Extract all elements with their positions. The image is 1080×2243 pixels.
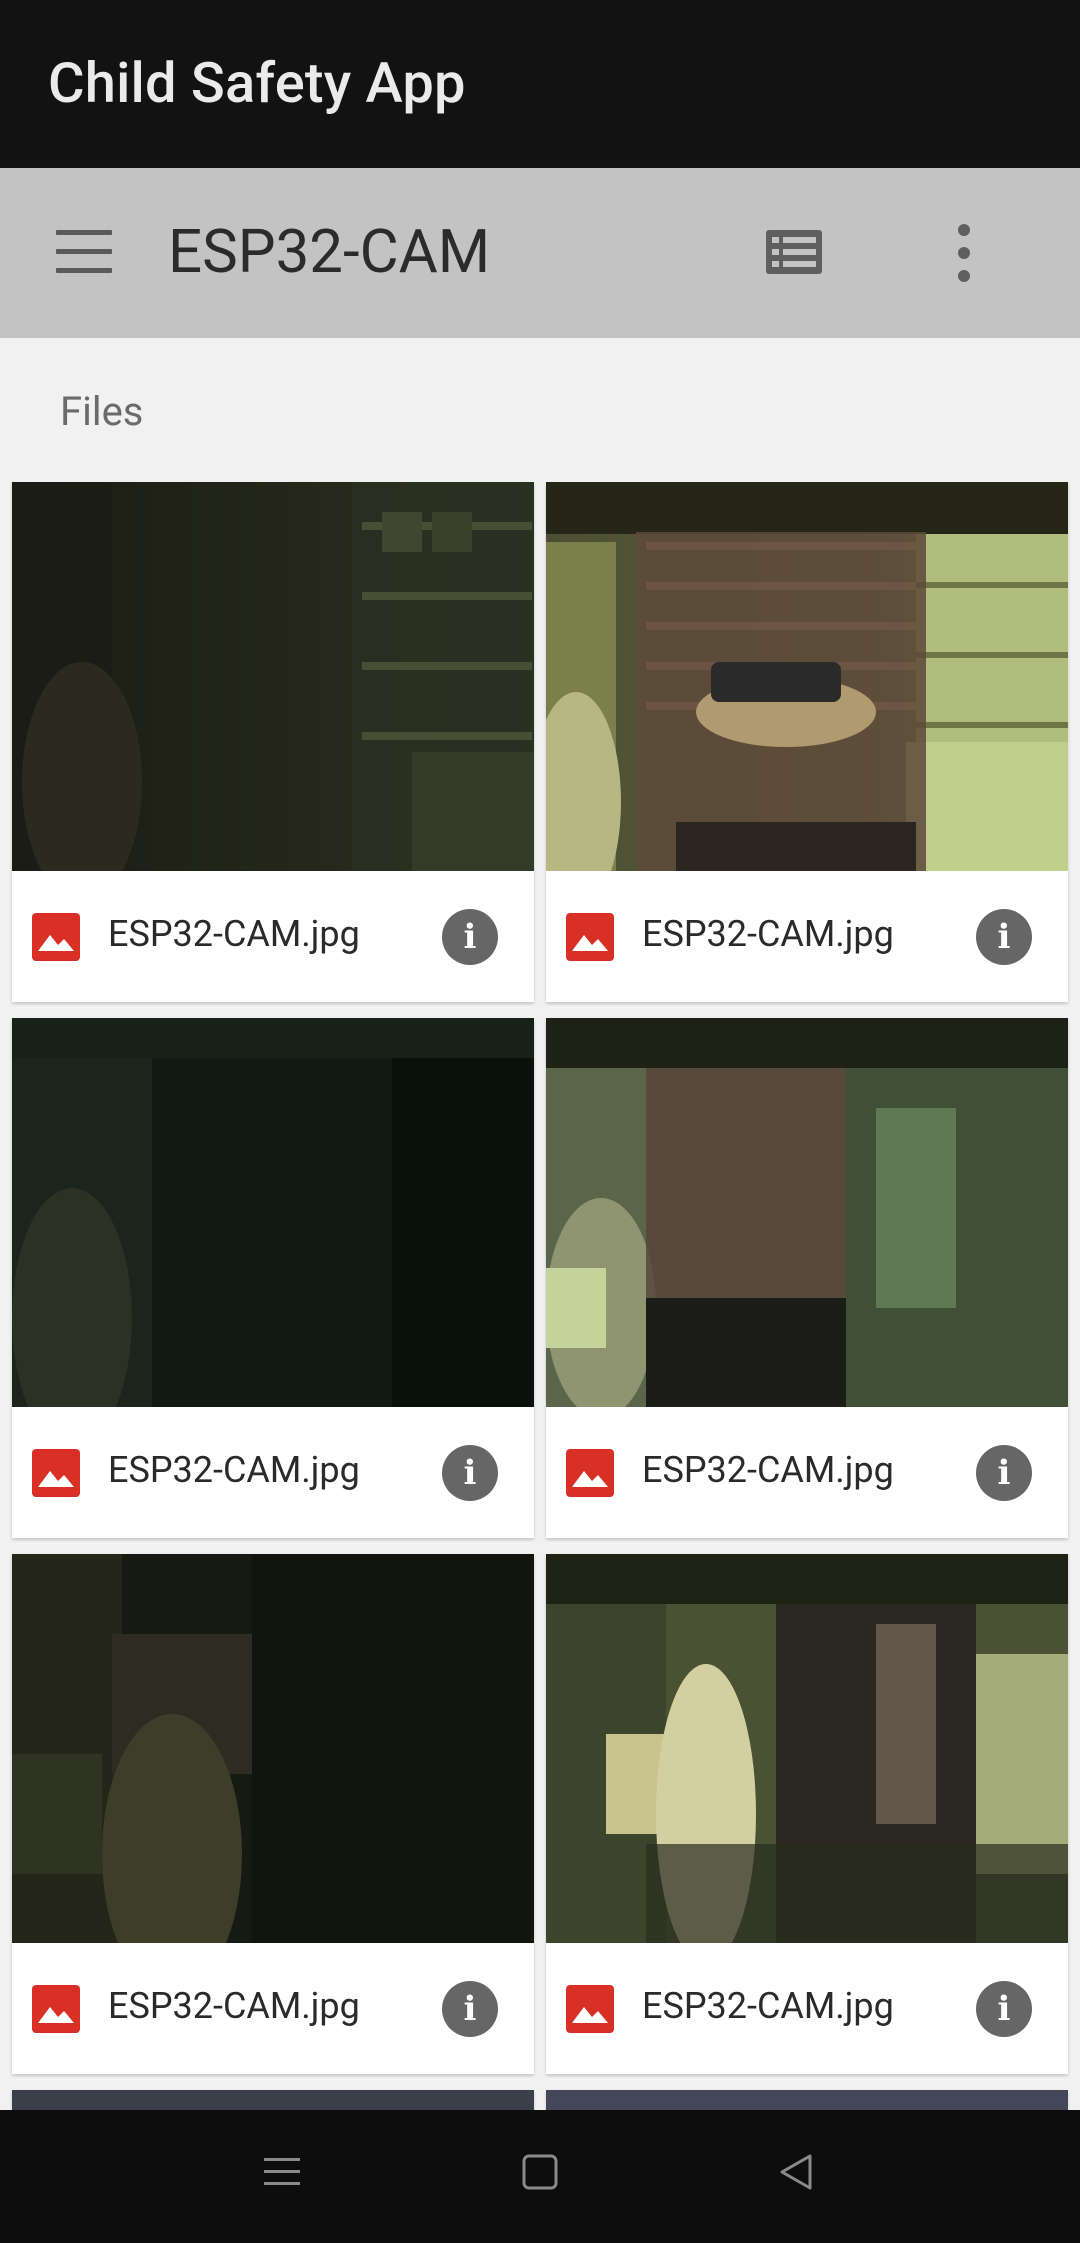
back-icon[interactable] xyxy=(776,2150,816,2198)
file-caption: ESP32-CAM.jpg i xyxy=(546,1407,1068,1538)
image-thumbnail[interactable] xyxy=(546,482,1068,871)
image-thumbnail[interactable] xyxy=(12,482,534,871)
file-card[interactable]: ESP32-CAM.jpg i xyxy=(12,1554,534,2074)
recents-icon[interactable] xyxy=(262,2150,302,2198)
info-icon[interactable]: i xyxy=(442,1445,498,1501)
file-caption: ESP32-CAM.jpg i xyxy=(12,1943,534,2074)
image-thumbnail[interactable] xyxy=(546,1554,1068,1943)
image-file-icon xyxy=(32,1985,80,2033)
info-icon[interactable]: i xyxy=(442,909,498,965)
file-caption: ESP32-CAM.jpg i xyxy=(546,871,1068,1002)
app-title: Child Safety App xyxy=(48,50,466,116)
system-nav-bar xyxy=(0,2110,1080,2243)
image-thumbnail[interactable] xyxy=(12,1018,534,1407)
info-icon[interactable]: i xyxy=(442,1981,498,2037)
file-card-partial[interactable] xyxy=(12,2090,534,2110)
file-name: ESP32-CAM.jpg xyxy=(108,1449,360,1491)
file-name: ESP32-CAM.jpg xyxy=(108,913,360,955)
home-icon[interactable] xyxy=(520,2150,560,2198)
file-grid: ESP32-CAM.jpg i ESP32-CAM.jpg i ESP32-CA… xyxy=(0,482,1080,2110)
file-name: ESP32-CAM.jpg xyxy=(108,1985,360,2027)
info-icon[interactable]: i xyxy=(976,1981,1032,2037)
app-bar: Child Safety App xyxy=(0,0,1080,168)
list-view-icon[interactable] xyxy=(764,228,824,276)
image-thumbnail[interactable] xyxy=(546,2090,1068,2110)
file-name: ESP32-CAM.jpg xyxy=(642,1985,894,2027)
more-vert-icon[interactable] xyxy=(952,224,976,284)
image-file-icon xyxy=(32,913,80,961)
file-card[interactable]: ESP32-CAM.jpg i xyxy=(546,1018,1068,1538)
file-card-partial[interactable] xyxy=(546,2090,1068,2110)
hamburger-menu-icon[interactable] xyxy=(56,230,112,274)
image-thumbnail[interactable] xyxy=(546,1018,1068,1407)
files-section-label: Files xyxy=(60,388,144,435)
file-card[interactable]: ESP32-CAM.jpg i xyxy=(546,1554,1068,2074)
image-thumbnail[interactable] xyxy=(12,1554,534,1943)
info-icon[interactable]: i xyxy=(976,909,1032,965)
file-caption: ESP32-CAM.jpg i xyxy=(12,1407,534,1538)
image-file-icon xyxy=(566,1449,614,1497)
image-thumbnail[interactable] xyxy=(12,2090,534,2110)
file-card[interactable]: ESP32-CAM.jpg i xyxy=(546,482,1068,1002)
info-icon[interactable]: i xyxy=(976,1445,1032,1501)
folder-title: ESP32-CAM xyxy=(168,216,491,287)
file-card[interactable]: ESP32-CAM.jpg i xyxy=(12,1018,534,1538)
file-caption: ESP32-CAM.jpg i xyxy=(546,1943,1068,2074)
image-file-icon xyxy=(566,913,614,961)
file-name: ESP32-CAM.jpg xyxy=(642,1449,894,1491)
folder-toolbar: ESP32-CAM xyxy=(0,168,1080,338)
image-file-icon xyxy=(566,1985,614,2033)
file-card[interactable]: ESP32-CAM.jpg i xyxy=(12,482,534,1002)
file-caption: ESP32-CAM.jpg i xyxy=(12,871,534,1002)
file-name: ESP32-CAM.jpg xyxy=(642,913,894,955)
image-file-icon xyxy=(32,1449,80,1497)
